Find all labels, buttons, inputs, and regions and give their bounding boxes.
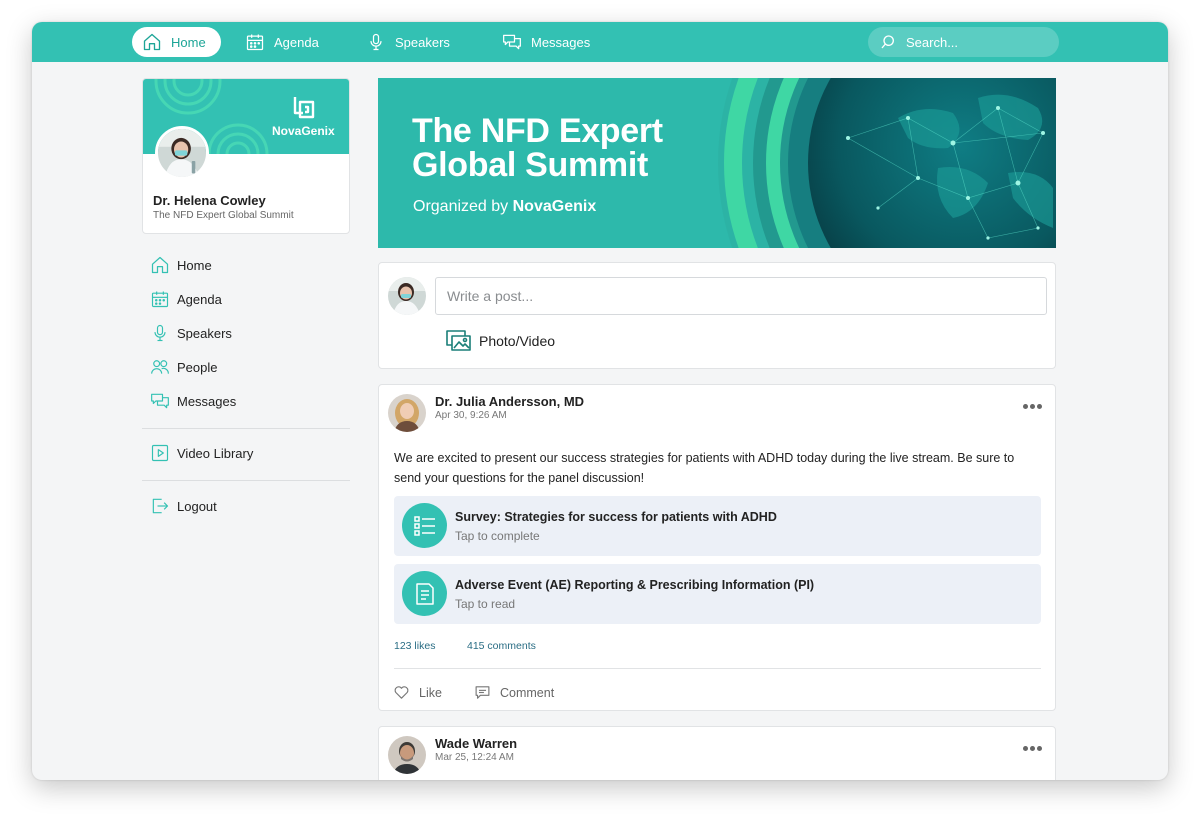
sidebar-item-speakers[interactable]: Speakers <box>150 322 232 344</box>
home-icon <box>143 33 161 51</box>
sidebar-item-label: Video Library <box>177 445 254 461</box>
calendar-icon <box>151 291 169 308</box>
top-navigation-bar: Home Agenda Speakers Messages Search... <box>32 22 1168 62</box>
sidebar-item-label: People <box>177 359 218 375</box>
like-button[interactable]: Like <box>393 684 442 701</box>
sidebar-item-people[interactable]: People <box>150 356 217 378</box>
novagenix-logo-icon <box>293 97 315 119</box>
write-post-input[interactable] <box>435 277 1047 315</box>
post-date: Apr 30, 9:26 AM <box>435 410 507 421</box>
likes-count[interactable]: 123 likes <box>394 640 435 652</box>
dot-icon <box>1022 403 1028 409</box>
avatar <box>388 394 426 432</box>
post-divider <box>394 668 1041 669</box>
messages-icon <box>503 34 521 50</box>
dot-icon <box>1029 403 1035 409</box>
sidebar-item-label: Agenda <box>177 291 222 307</box>
sidebar-item-messages[interactable]: Messages <box>150 390 236 412</box>
sidebar-item-label: Home <box>177 257 212 273</box>
sidebar-item-label: Speakers <box>177 325 232 341</box>
people-icon <box>151 360 169 374</box>
topnav-speakers-label: Speakers <box>395 34 450 50</box>
search-input[interactable]: Search... <box>868 27 1059 57</box>
attachment-subtitle: Tap to complete <box>455 529 540 543</box>
profile-brand-name: NovaGenix <box>272 124 335 138</box>
survey-list-icon <box>413 515 435 536</box>
post-text: We are excited to present our success st… <box>394 451 1015 485</box>
event-hero-banner: The NFD Expert Global Summit Organized b… <box>378 78 1056 248</box>
hero-title-line1: The NFD Expert <box>412 112 663 150</box>
dot-icon <box>1022 745 1028 751</box>
hero-title-line2: Global Summit <box>412 146 649 184</box>
avatar <box>155 126 209 180</box>
topnav-agenda-label: Agenda <box>274 34 319 50</box>
photo-icon <box>446 330 471 351</box>
post-card: Wade Warren Mar 25, 12:24 AM <box>378 726 1056 780</box>
avatar <box>388 277 426 315</box>
home-icon <box>151 256 169 274</box>
logout-icon <box>152 498 169 514</box>
heart-icon <box>394 686 409 699</box>
topnav-speakers[interactable]: Speakers <box>366 27 450 57</box>
post-author[interactable]: Wade Warren <box>435 736 517 751</box>
sidebar-item-video-library[interactable]: Video Library <box>150 442 253 464</box>
attachment-title: Adverse Event (AE) Reporting & Prescribi… <box>455 578 815 592</box>
comments-count[interactable]: 415 comments <box>467 640 536 652</box>
dot-icon <box>1029 745 1035 751</box>
more-options-button[interactable] <box>1021 737 1043 759</box>
avatar <box>388 736 426 774</box>
video-library-icon <box>151 444 169 462</box>
sidebar-item-home[interactable]: Home <box>150 254 212 276</box>
survey-attachment[interactable]: Survey: Strategies for success for patie… <box>394 496 1041 556</box>
post-date: Mar 25, 12:24 AM <box>435 752 514 763</box>
topnav-agenda[interactable]: Agenda <box>245 27 319 57</box>
document-icon-circle <box>402 571 447 616</box>
hero-organizer: Organized by NovaGenix <box>413 198 596 216</box>
topnav-home-label: Home <box>171 34 206 50</box>
topnav-messages[interactable]: Messages <box>502 27 590 57</box>
hero-organizer-name: NovaGenix <box>512 198 597 215</box>
survey-icon-circle <box>402 503 447 548</box>
sidebar-divider <box>142 480 350 481</box>
profile-name: Dr. Helena Cowley <box>153 193 266 208</box>
sidebar-divider <box>142 428 350 429</box>
topnav-messages-label: Messages <box>531 34 591 50</box>
like-label: Like <box>419 685 442 700</box>
post-composer: Photo/Video <box>378 262 1056 369</box>
photo-video-button[interactable]: Photo/Video <box>446 330 555 352</box>
comment-label: Comment <box>500 685 555 700</box>
comment-icon <box>475 686 490 699</box>
attachment-title: Survey: Strategies for success for patie… <box>455 510 777 524</box>
dot-icon <box>1036 403 1042 409</box>
dot-icon <box>1036 745 1042 751</box>
post-card: Dr. Julia Andersson, MD Apr 30, 9:26 AM … <box>378 384 1056 711</box>
microphone-icon <box>154 324 166 342</box>
comment-button[interactable]: Comment <box>474 684 554 701</box>
hero-title: The NFD Expert Global Summit <box>412 114 663 182</box>
topnav-home[interactable]: Home <box>132 27 221 57</box>
document-attachment[interactable]: Adverse Event (AE) Reporting & Prescribi… <box>394 564 1041 624</box>
microphone-icon <box>370 33 382 51</box>
messages-icon <box>151 393 169 409</box>
attachment-subtitle: Tap to read <box>455 597 516 611</box>
more-options-button[interactable] <box>1021 395 1043 417</box>
search-placeholder: Search... <box>906 34 959 50</box>
app-window: Home Agenda Speakers Messages Search... <box>32 22 1168 780</box>
sidebar-item-agenda[interactable]: Agenda <box>150 288 222 310</box>
hero-organized-prefix: Organized by <box>413 198 509 215</box>
profile-event: The NFD Expert Global Summit <box>153 210 294 221</box>
sidebar-item-logout[interactable]: Logout <box>150 495 217 517</box>
photo-video-label: Photo/Video <box>479 333 556 349</box>
post-author[interactable]: Dr. Julia Andersson, MD <box>435 394 584 409</box>
calendar-icon <box>246 34 264 51</box>
sidebar-item-label: Logout <box>177 498 217 514</box>
search-icon <box>881 35 894 49</box>
sidebar-item-label: Messages <box>177 393 237 409</box>
document-icon <box>415 582 434 605</box>
profile-card[interactable]: NovaGenix Dr. Helena Cowley The NFD Expe… <box>142 78 350 234</box>
